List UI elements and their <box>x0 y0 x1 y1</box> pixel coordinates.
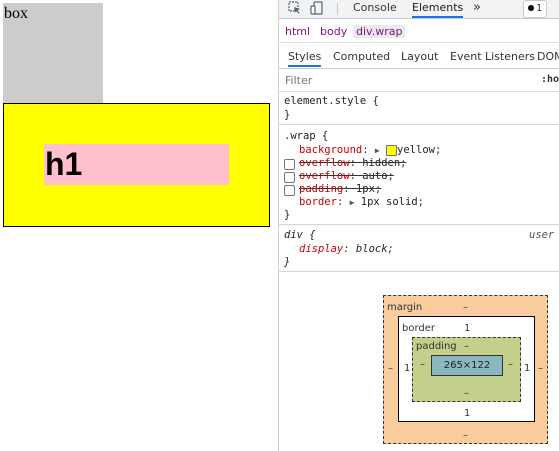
box-model-border[interactable]: border 1 1 1 1 padding – – – – 265×122 <box>398 316 535 422</box>
issues-badge[interactable]: 1 <box>523 0 548 18</box>
more-tabs-icon[interactable]: » <box>473 0 481 18</box>
element-style-close: } <box>284 109 291 121</box>
ua-rule-selector: div { <box>284 229 316 241</box>
issue-count: 1 <box>536 3 543 14</box>
box-text: box <box>4 5 28 22</box>
border-top-value[interactable]: 1 <box>464 323 470 334</box>
ua-rule-origin: user a <box>529 229 559 241</box>
declaration-border[interactable]: border: ▶ 1px solid; <box>299 196 424 208</box>
h1-element: h1 <box>44 144 229 185</box>
border-left-value[interactable]: 1 <box>404 363 410 374</box>
tab-dom[interactable]: DOM <box>537 50 559 63</box>
property-name: padding <box>299 183 344 195</box>
tab-elements[interactable]: Elements <box>412 0 464 18</box>
margin-right-value[interactable]: – <box>538 363 543 374</box>
wrap-element: h1 <box>3 103 270 227</box>
declaration-checkbox[interactable] <box>284 185 295 196</box>
device-icon[interactable] <box>309 1 325 17</box>
breadcrumb-body[interactable]: body <box>320 25 347 38</box>
margin-top-value[interactable]: – <box>463 302 468 313</box>
border-label: border <box>402 323 436 334</box>
rule-divider <box>279 224 559 225</box>
expand-triangle-icon[interactable]: ▶ <box>350 198 355 207</box>
property-name: border <box>299 196 337 208</box>
declaration-overflow-auto[interactable]: overflow: auto; <box>299 170 394 182</box>
tab-event-listeners[interactable]: Event Listeners <box>450 50 535 63</box>
property-value: block <box>355 243 388 255</box>
border-right-value[interactable]: 1 <box>524 363 530 374</box>
property-name: overflow <box>299 157 350 169</box>
property-name: background <box>299 144 363 156</box>
tab-console[interactable]: Console <box>353 0 397 18</box>
box-element: box <box>3 3 103 103</box>
breadcrumb: html body div.wrap <box>279 22 559 43</box>
hov-toggle[interactable]: :ho <box>541 74 559 85</box>
styles-subtabs: Styles Computed Layout Event Listeners D… <box>279 46 559 69</box>
border-bottom-value[interactable]: 1 <box>464 408 470 419</box>
rendered-page: box h1 <box>0 0 278 451</box>
property-value: 1px solid <box>360 196 418 208</box>
box-model-content[interactable]: 265×122 <box>431 355 503 376</box>
color-swatch[interactable] <box>386 144 398 156</box>
declaration-background[interactable]: background: ▶ yellow; <box>299 144 441 156</box>
rule-divider <box>279 271 559 272</box>
expand-triangle-icon[interactable]: ▶ <box>375 146 380 155</box>
property-value: hidden <box>362 157 401 169</box>
tab-computed[interactable]: Computed <box>333 50 390 63</box>
padding-left-value[interactable]: – <box>420 359 425 370</box>
box-model-margin[interactable]: margin – – – – border 1 1 1 1 padding – … <box>383 295 548 444</box>
ua-rule-close: } <box>284 256 291 268</box>
padding-bottom-value[interactable]: – <box>464 388 469 399</box>
declaration-checkbox[interactable] <box>284 172 295 183</box>
property-value: yellow <box>397 144 435 156</box>
padding-top-value[interactable]: – <box>464 341 469 352</box>
wrap-rule-selector[interactable]: .wrap { <box>284 130 328 142</box>
tab-styles[interactable]: Styles <box>288 50 322 67</box>
breadcrumb-div-wrap[interactable]: div.wrap <box>353 25 406 38</box>
h1-text: h1 <box>45 146 83 182</box>
tab-layout[interactable]: Layout <box>401 50 438 63</box>
wrap-rule-close: } <box>284 209 291 221</box>
padding-label: padding <box>416 341 457 352</box>
declaration-padding[interactable]: padding: 1px; <box>299 183 381 195</box>
element-style-selector[interactable]: element.style { <box>284 95 379 107</box>
margin-left-value[interactable]: – <box>388 363 393 374</box>
declaration-display: display: block; <box>299 243 394 255</box>
property-name: display <box>299 243 344 255</box>
filter-input[interactable] <box>285 72 525 88</box>
rule-divider <box>279 124 559 125</box>
cursor-icon[interactable] <box>287 1 303 17</box>
padding-right-value[interactable]: – <box>508 359 513 370</box>
property-name: overflow <box>299 170 350 182</box>
margin-bottom-value[interactable]: – <box>463 430 468 441</box>
margin-label: margin <box>387 302 423 313</box>
devtools-toolbar: Console Elements » 1 <box>279 0 559 19</box>
issue-dot-icon <box>528 5 534 11</box>
declaration-overflow-hidden[interactable]: overflow: hidden; <box>299 157 407 169</box>
property-value: 1px <box>355 183 375 195</box>
breadcrumb-html[interactable]: html <box>285 25 310 38</box>
filter-bar: :ho <box>279 69 559 92</box>
property-value: auto <box>362 170 388 182</box>
box-model-padding[interactable]: padding – – – – 265×122 <box>412 337 521 402</box>
devtools-panel: Console Elements » 1 html body div.wrap … <box>278 0 559 451</box>
declaration-checkbox[interactable] <box>284 159 295 170</box>
toolbar-separator <box>337 3 338 15</box>
